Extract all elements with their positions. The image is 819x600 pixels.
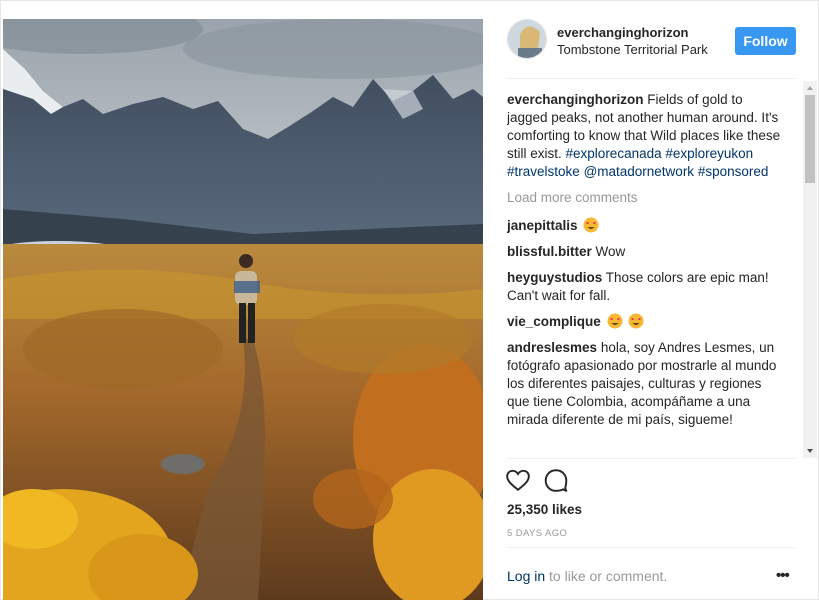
load-more-comments-link[interactable]: Load more comments bbox=[507, 189, 785, 207]
comment-username[interactable]: andreslesmes bbox=[507, 340, 597, 355]
scroll-down-arrow-icon[interactable] bbox=[803, 444, 817, 458]
post-sidebar: everchanginghorizon Tombstone Territoria… bbox=[483, 1, 819, 600]
heart-eyes-emoji-icon bbox=[607, 313, 623, 329]
comment-item: blissful.bitter Wow bbox=[507, 243, 785, 261]
landscape-image bbox=[3, 19, 483, 600]
comment-username[interactable]: blissful.bitter bbox=[507, 244, 592, 259]
follow-button[interactable]: Follow bbox=[735, 27, 796, 55]
mention[interactable]: @matadornetwork bbox=[584, 164, 695, 179]
post-timestamp: 5 DAYS AGO bbox=[507, 528, 568, 539]
login-prompt: Log in to like or comment. bbox=[507, 568, 667, 584]
heart-icon[interactable] bbox=[505, 467, 531, 493]
comment-username[interactable]: janepittalis bbox=[507, 218, 578, 233]
heart-eyes-emoji-icon bbox=[628, 313, 644, 329]
more-options-icon[interactable]: ••• bbox=[776, 567, 790, 584]
post-location[interactable]: Tombstone Territorial Park bbox=[557, 41, 717, 58]
footer-divider bbox=[507, 547, 795, 548]
hashtag[interactable]: #exploreyukon bbox=[665, 146, 753, 161]
hashtag[interactable]: #travelstoke bbox=[507, 164, 580, 179]
likes-count[interactable]: 25,350 likes bbox=[507, 502, 582, 517]
login-link[interactable]: Log in bbox=[507, 568, 545, 584]
post-username[interactable]: everchanginghorizon bbox=[557, 24, 717, 41]
comment-item: heyguystudios Those colors are epic man!… bbox=[507, 269, 785, 305]
login-suffix: to like or comment. bbox=[545, 568, 668, 584]
caption: everchanginghorizon Fields of gold to ja… bbox=[507, 91, 785, 181]
comments-divider bbox=[507, 458, 795, 459]
comment-username[interactable]: heyguystudios bbox=[507, 270, 602, 285]
comment-item: andreslesmes hola, soy Andres Lesmes, un… bbox=[507, 339, 785, 429]
comments-scrollbar[interactable] bbox=[803, 81, 817, 458]
hashtag[interactable]: #sponsored bbox=[698, 164, 769, 179]
hashtag[interactable]: #explorecanada bbox=[566, 146, 662, 161]
heart-eyes-emoji-icon bbox=[583, 217, 599, 233]
comment-bubble-icon[interactable] bbox=[543, 467, 569, 493]
instagram-post: everchanginghorizon Tombstone Territoria… bbox=[0, 0, 819, 600]
header-divider bbox=[507, 78, 795, 79]
comments-list[interactable]: everchanginghorizon Fields of gold to ja… bbox=[507, 91, 785, 456]
scrollbar-thumb[interactable] bbox=[805, 95, 815, 183]
post-photo[interactable] bbox=[3, 19, 483, 600]
scroll-up-arrow-icon[interactable] bbox=[803, 81, 817, 95]
caption-username[interactable]: everchanginghorizon bbox=[507, 92, 644, 107]
comment-text: Wow bbox=[595, 244, 626, 259]
avatar[interactable] bbox=[507, 19, 547, 59]
comment-username[interactable]: vie_complique bbox=[507, 314, 601, 329]
comment-item: vie_complique bbox=[507, 313, 785, 331]
post-actions bbox=[505, 467, 569, 497]
post-header: everchanginghorizon Tombstone Territoria… bbox=[507, 19, 796, 77]
comment-item: janepittalis bbox=[507, 217, 785, 235]
